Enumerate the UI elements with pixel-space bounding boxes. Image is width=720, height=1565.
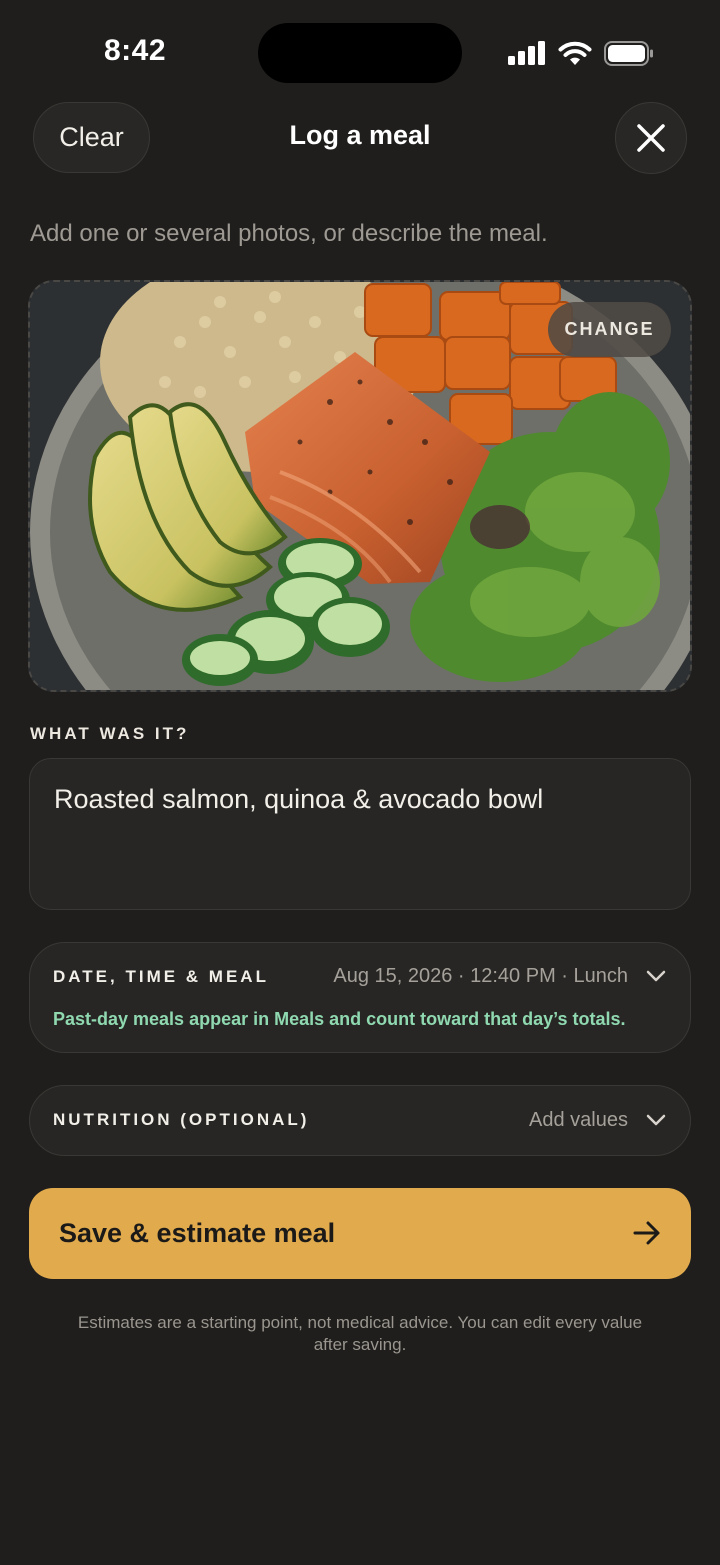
nutrition-card[interactable]: NUTRITION (OPTIONAL) Add values (29, 1085, 691, 1156)
battery-icon (604, 40, 653, 66)
meal-description-input[interactable]: Roasted salmon, quinoa & avocado bowl (29, 758, 691, 910)
cellular-signal-icon (508, 41, 545, 65)
chevron-down-icon (646, 1114, 666, 1126)
change-photo-button[interactable]: CHANGE (548, 302, 671, 357)
nutrition-value: Add values (529, 1109, 628, 1131)
date-time-meal-label: DATE, TIME & MEAL (53, 967, 269, 986)
helper-text: Add one or several photos, or describe t… (30, 220, 548, 247)
status-time: 8:42 (104, 34, 167, 67)
arrow-right-icon (633, 1221, 660, 1245)
date-time-meal-value: Aug 15, 2026 · 12:40 PM · Lunch (333, 965, 628, 987)
past-day-note: Past-day meals appear in Meals and count… (53, 1009, 626, 1029)
save-estimate-label: Save & estimate meal (59, 1218, 336, 1248)
nutrition-label: NUTRITION (OPTIONAL) (53, 1110, 310, 1129)
disclaimer-text: Estimates are a starting point, not medi… (77, 1313, 643, 1354)
status-icons (508, 36, 654, 70)
page-title: Log a meal (289, 120, 431, 150)
what-was-it-label: WHAT WAS IT? (30, 724, 190, 743)
chevron-down-icon (646, 970, 666, 982)
status-bar: 8:42 (0, 0, 720, 100)
wifi-icon (558, 41, 592, 65)
save-estimate-button[interactable]: Save & estimate meal (29, 1188, 691, 1279)
dynamic-island (258, 23, 462, 83)
close-icon (637, 124, 665, 152)
close-button[interactable] (615, 102, 687, 174)
date-time-meal-card[interactable]: DATE, TIME & MEAL Aug 15, 2026 · 12:40 P… (29, 942, 691, 1053)
